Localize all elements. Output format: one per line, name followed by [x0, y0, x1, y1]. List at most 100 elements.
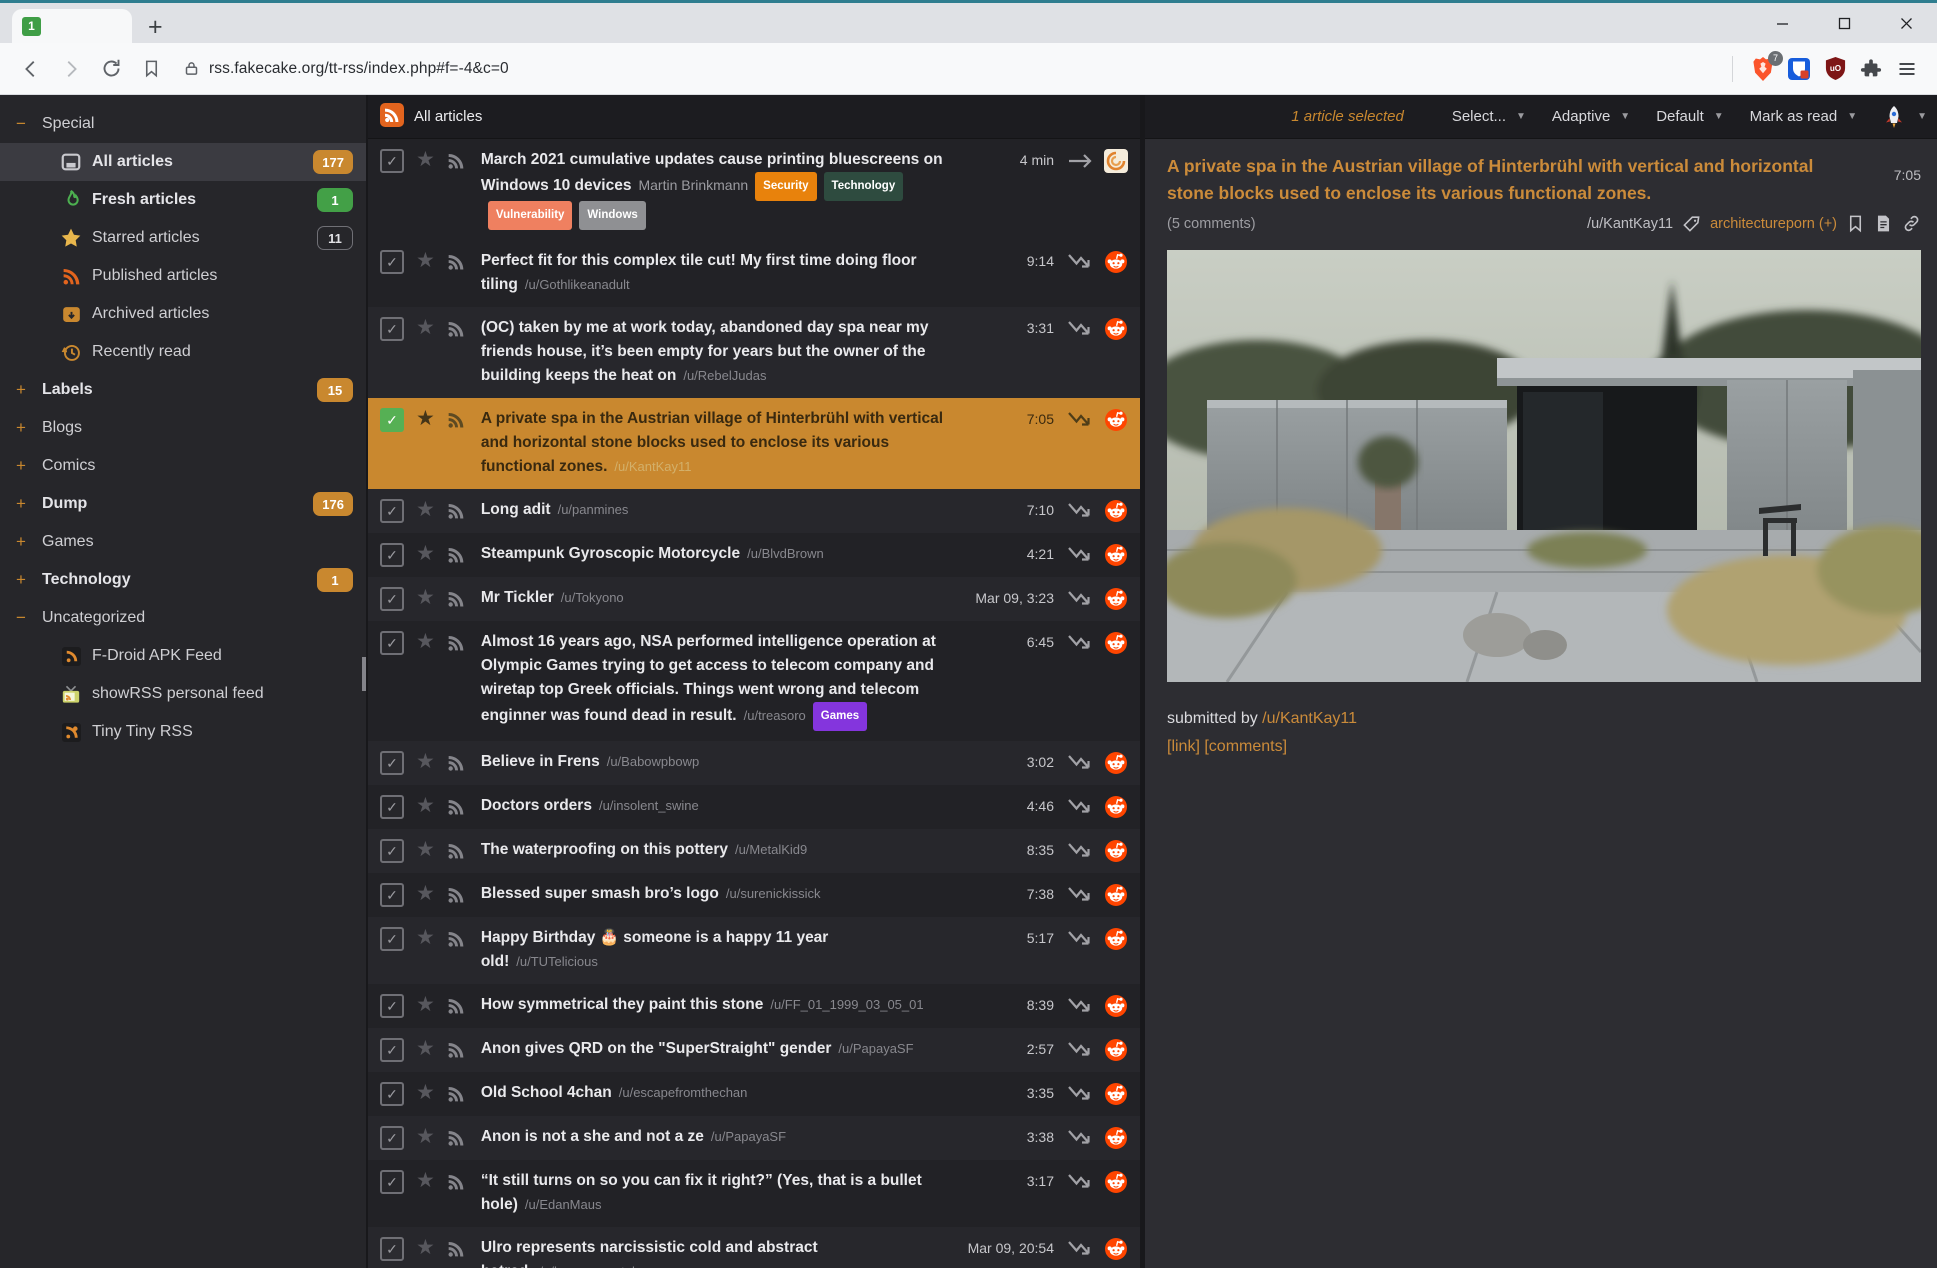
star-icon[interactable]: ★	[416, 629, 435, 655]
score-icon[interactable]	[1068, 252, 1094, 272]
sidebar-item-uncategorized[interactable]: − Uncategorized	[0, 599, 366, 637]
sidebar-item-fresh-articles[interactable]: Fresh articles 1	[0, 181, 366, 219]
article-row[interactable]: ✓ ★ Doctors orders/u/insolent_swine 4:46	[368, 785, 1140, 829]
article-title[interactable]: Doctors orders	[481, 797, 592, 814]
star-icon[interactable]: ★	[416, 881, 435, 907]
article-row[interactable]: ✓ ★ Mr Tickler/u/Tokyono Mar 09, 3:23	[368, 577, 1140, 621]
view-mode-dropdown[interactable]: Adaptive▼	[1552, 108, 1630, 125]
article-title-link[interactable]: A private spa in the Austrian village of…	[1167, 153, 1835, 207]
star-icon[interactable]: ★	[416, 1124, 435, 1150]
article-checkbox[interactable]: ✓	[380, 149, 404, 173]
tag-pill[interactable]: Security	[755, 172, 816, 201]
article-row[interactable]: ✓ ★ A private spa in the Austrian villag…	[368, 398, 1140, 489]
ublock-extension-icon[interactable]: uO	[1819, 53, 1851, 85]
brave-extension-icon[interactable]: 7	[1747, 53, 1779, 85]
article-row[interactable]: ✓ ★ Happy Birthday 🎂 someone is a happy …	[368, 917, 1140, 984]
comments-count[interactable]: (5 comments)	[1167, 216, 1256, 232]
sidebar-item-starred-articles[interactable]: Starred articles 11	[0, 219, 366, 257]
sidebar-item-dump[interactable]: + Dump 176	[0, 485, 366, 523]
article-row[interactable]: ✓ ★ Perfect fit for this complex tile cu…	[368, 240, 1140, 307]
star-icon[interactable]: ★	[416, 1235, 435, 1261]
browser-tab[interactable]: 1	[12, 9, 132, 43]
minimize-button[interactable]	[1751, 6, 1813, 40]
article-title[interactable]: Long adit	[481, 501, 551, 518]
star-icon[interactable]: ★	[416, 1080, 435, 1106]
article-checkbox[interactable]: ✓	[380, 839, 404, 863]
article-row[interactable]: ✓ ★ The waterproofing on this pottery/u/…	[368, 829, 1140, 873]
article-checkbox[interactable]: ✓	[380, 1038, 404, 1062]
sidebar-item-blogs[interactable]: + Blogs	[0, 409, 366, 447]
article-checkbox[interactable]: ✓	[380, 499, 404, 523]
article-row[interactable]: ✓ ★ “It still turns on so you can fix it…	[368, 1160, 1140, 1227]
article-title[interactable]: Almost 16 years ago, NSA performed intel…	[481, 633, 936, 724]
article-checkbox[interactable]: ✓	[380, 1170, 404, 1194]
profile-rocket-icon[interactable]	[1881, 104, 1907, 130]
maximize-button[interactable]	[1813, 6, 1875, 40]
score-icon[interactable]	[1068, 633, 1094, 653]
chevron-down-icon[interactable]: ▼	[1917, 111, 1927, 122]
score-icon[interactable]	[1068, 1084, 1094, 1104]
score-icon[interactable]	[1068, 996, 1094, 1016]
sidebar-item-f-droid-apk-feed[interactable]: F-Droid APK Feed	[0, 637, 366, 675]
article-row[interactable]: ✓ ★ Anon is not a she and not a ze/u/Pap…	[368, 1116, 1140, 1160]
close-button[interactable]	[1875, 6, 1937, 40]
article-row[interactable]: ✓ ★ Believe in Frens/u/Babowpbowp 3:02	[368, 741, 1140, 785]
article-title[interactable]: Believe in Frens	[481, 753, 600, 770]
select-dropdown[interactable]: Select...▼	[1452, 108, 1526, 125]
address-bar[interactable]: rss.fakecake.org/tt-rss/index.php#f=-4&c…	[184, 60, 1726, 78]
star-icon[interactable]: ★	[416, 1168, 435, 1194]
star-icon[interactable]: ★	[416, 749, 435, 775]
score-icon[interactable]	[1068, 151, 1094, 171]
tag-pill[interactable]: Windows	[579, 201, 645, 230]
article-row[interactable]: ✓ ★ How symmetrical they paint this ston…	[368, 984, 1140, 1028]
expander-icon[interactable]: +	[16, 456, 42, 476]
expander-icon[interactable]: +	[16, 380, 42, 400]
sidebar-item-technology[interactable]: + Technology 1	[0, 561, 366, 599]
expander-icon[interactable]: +	[16, 494, 42, 514]
article-checkbox[interactable]: ✓	[380, 883, 404, 907]
score-icon[interactable]	[1068, 753, 1094, 773]
star-icon[interactable]: ★	[416, 248, 435, 274]
sidebar-scrollbar-thumb[interactable]	[362, 657, 366, 691]
share-link-icon[interactable]	[1902, 214, 1921, 233]
reload-button[interactable]	[94, 52, 128, 86]
expander-icon[interactable]: −	[16, 114, 42, 134]
article-title[interactable]: Ulro represents narcissistic cold and ab…	[481, 1239, 818, 1268]
article-row[interactable]: ✓ ★ Long adit/u/panmines 7:10	[368, 489, 1140, 533]
article-title[interactable]: Anon gives QRD on the "SuperStraight" ge…	[481, 1040, 832, 1057]
expander-icon[interactable]: −	[16, 608, 42, 628]
sort-order-dropdown[interactable]: Default▼	[1656, 108, 1723, 125]
mark-read-dropdown[interactable]: Mark as read▼	[1750, 108, 1857, 125]
star-icon[interactable]: ★	[416, 541, 435, 567]
article-row[interactable]: ✓ ★ Anon gives QRD on the "SuperStraight…	[368, 1028, 1140, 1072]
article-checkbox[interactable]: ✓	[380, 1082, 404, 1106]
browser-menu-icon[interactable]	[1891, 53, 1923, 85]
article-title[interactable]: How symmetrical they paint this stone	[481, 996, 764, 1013]
article-row[interactable]: ✓ ★ Almost 16 years ago, NSA performed i…	[368, 621, 1140, 741]
bookmark-outline-icon[interactable]	[1846, 214, 1865, 233]
sidebar-item-special[interactable]: − Special	[0, 105, 366, 143]
score-icon[interactable]	[1068, 410, 1094, 430]
article-checkbox[interactable]: ✓	[380, 631, 404, 655]
article-tags[interactable]: architectureporn (+)	[1710, 216, 1837, 232]
score-icon[interactable]	[1068, 1128, 1094, 1148]
star-icon[interactable]: ★	[416, 406, 435, 432]
score-icon[interactable]	[1068, 1172, 1094, 1192]
expander-icon[interactable]: +	[16, 532, 42, 552]
sidebar-item-showrss-personal-feed[interactable]: showRSS personal feed	[0, 675, 366, 713]
score-icon[interactable]	[1068, 841, 1094, 861]
article-checkbox[interactable]: ✓	[380, 1237, 404, 1261]
sidebar-item-labels[interactable]: + Labels 15	[0, 371, 366, 409]
sidebar-item-recently-read[interactable]: Recently read	[0, 333, 366, 371]
star-icon[interactable]: ★	[416, 585, 435, 611]
extensions-puzzle-icon[interactable]	[1855, 53, 1887, 85]
score-icon[interactable]	[1068, 1040, 1094, 1060]
article-checkbox[interactable]: ✓	[380, 543, 404, 567]
article-checkbox[interactable]: ✓	[380, 994, 404, 1018]
new-tab-button[interactable]: +	[148, 17, 163, 37]
article-row[interactable]: ✓ ★ Steampunk Gyroscopic Motorcycle/u/Bl…	[368, 533, 1140, 577]
sidebar-item-games[interactable]: + Games	[0, 523, 366, 561]
sidebar-item-comics[interactable]: + Comics	[0, 447, 366, 485]
score-icon[interactable]	[1068, 589, 1094, 609]
article-checkbox[interactable]: ✓	[380, 1126, 404, 1150]
